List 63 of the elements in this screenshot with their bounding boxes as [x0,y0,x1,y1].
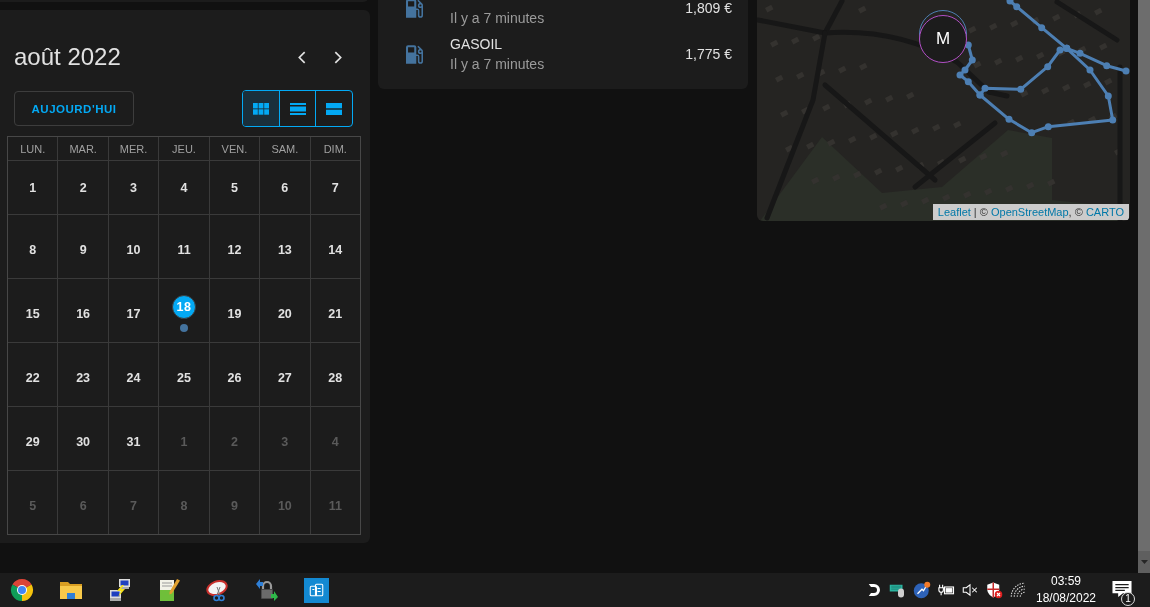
shield-alert-icon[interactable] [985,581,1003,599]
event-dot-icon[interactable] [180,324,188,332]
weekday-label: VEN. [221,142,248,155]
month-view-button[interactable] [243,91,279,126]
today-button[interactable]: AUJOURD'HUI [14,91,134,126]
day-number[interactable]: 19 [222,301,247,326]
fuel-price: 1,809 € [685,0,732,16]
day-number[interactable]: 12 [222,237,247,262]
updated-time: Il y a 7 minutes [450,9,545,28]
day-number[interactable]: 25 [172,365,196,390]
day-number[interactable]: 9 [71,237,96,262]
day-number[interactable]: 26 [222,365,247,390]
updated-time: Il y a 7 minutes [450,55,545,74]
padlock-icon[interactable] [255,578,279,602]
speaker-muted-icon[interactable] [961,581,979,599]
weekday-label: MAR. [69,142,97,155]
round-app-icon[interactable] [913,581,931,599]
fuel-pump-icon [405,44,423,64]
notepad-icon[interactable] [157,578,181,602]
weekday-label: JEU. [172,142,196,155]
wifi-icon[interactable] [1009,581,1027,599]
clock-time[interactable]: 03:59 [1051,573,1081,590]
day-number[interactable]: 14 [323,237,348,262]
fuel-pump-icon [405,0,423,18]
day-number[interactable]: 8 [20,237,45,262]
day-number[interactable]: 21 [323,301,348,326]
day-number[interactable]: 27 [272,365,297,390]
day-number[interactable]: 10 [121,237,146,262]
two-bars-icon [326,102,343,115]
day-number[interactable]: 20 [272,301,297,326]
day-number[interactable]: 23 [71,365,96,390]
day-number[interactable]: 15 [20,301,45,326]
day-number[interactable]: 28 [323,365,348,390]
day-number[interactable]: 22 [20,365,45,390]
day-number[interactable]: 16 [71,301,96,326]
weekday-label: LUN. [20,142,46,155]
day-number[interactable]: 13 [272,237,297,262]
map-attribution: Leaflet | © OpenStreetMap, © CARTO [932,204,1129,220]
day-number[interactable]: 29 [20,429,45,454]
fuel-name: GASOIL [450,35,503,54]
three-bars-icon [289,102,306,115]
weekday-label: SAM. [271,142,299,155]
day-number[interactable]: 11 [172,237,196,262]
chevron-right-icon[interactable] [334,50,342,64]
network-computers-icon[interactable] [108,578,132,602]
scissors-icon[interactable] [206,578,230,602]
day-number[interactable]: 24 [121,365,146,390]
scrollbar-thumb[interactable] [1138,0,1150,551]
browser-icon[interactable] [10,578,34,602]
clock-date[interactable]: 18/08/2022 [1035,590,1097,607]
street-map[interactable]: M Leaflet | © OpenStreetMap, © CARTO [757,0,1130,221]
app-tile-icon[interactable] [304,577,329,603]
fuel-price: 1,775 € [685,46,732,62]
calendar-title: août 2022 [14,43,121,71]
chevron-left-icon[interactable] [298,50,306,64]
scroll-down-arrow-icon[interactable] [1140,560,1148,564]
day-number[interactable]: 17 [121,301,146,326]
notification-badge: 1 [1121,592,1135,606]
weekday-label: MER. [119,142,148,155]
weekday-label: DIM. [323,142,347,155]
day-number[interactable]: 30 [71,429,96,454]
day-number[interactable]: 31 [121,429,146,454]
grid-icon [252,102,269,115]
